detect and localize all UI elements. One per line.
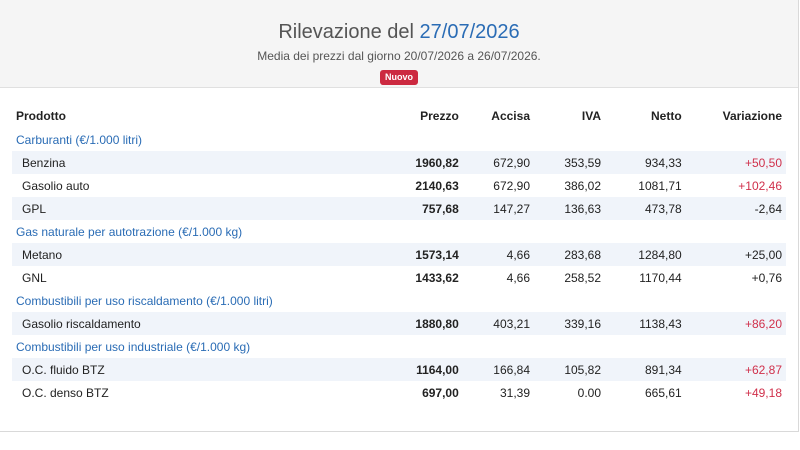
cell-netto: 473,78 bbox=[605, 197, 686, 220]
column-header-accisa: Accisa bbox=[491, 109, 530, 123]
cell-prezzo: 2140,63 bbox=[415, 178, 459, 193]
table-row: Gasolio auto 2140,63 672,90 386,02 1081,71 +1… bbox=[12, 174, 786, 197]
cell-prezzo: 697,00 bbox=[422, 385, 459, 400]
product-name: GNL bbox=[22, 270, 47, 285]
column-header-netto: Netto bbox=[651, 109, 682, 123]
cell-iva: 283,68 bbox=[534, 243, 606, 266]
product-name: Metano bbox=[12, 243, 298, 266]
column-header-prezzo: Prezzo bbox=[420, 109, 459, 123]
period-subtitle: Media dei prezzi dal giorno 20/07/2026 a… bbox=[257, 49, 541, 63]
cell-variazione: +62,87 bbox=[685, 358, 786, 381]
product-name: O.C. denso BTZ bbox=[22, 385, 109, 400]
cell-iva: 339,16 bbox=[534, 312, 606, 335]
cell-iva: 136,63 bbox=[534, 197, 606, 220]
category-row: Combustibili per uso riscaldamento (€/1.… bbox=[12, 289, 786, 312]
category-label: Gas naturale per autotrazione (€/1.000 k… bbox=[16, 224, 243, 239]
cell-accisa: 672,90 bbox=[462, 151, 534, 174]
cell-netto: 1081,71 bbox=[638, 178, 682, 193]
column-header-variazione: Variazione bbox=[722, 109, 782, 123]
cell-accisa: 166,84 bbox=[462, 358, 534, 381]
cell-prezzo: 1880,80 bbox=[297, 312, 463, 335]
product-name: Gasolio auto bbox=[22, 178, 90, 193]
product-name: GPL bbox=[12, 197, 298, 220]
category-label: Combustibili per uso riscaldamento (€/1.… bbox=[16, 293, 273, 308]
cell-variazione: +86,20 bbox=[685, 312, 786, 335]
cell-accisa: 403,21 bbox=[462, 312, 534, 335]
price-survey-card: Rilevazione del 27/07/2026 Media dei pre… bbox=[0, 0, 799, 432]
category-label: Carburanti (€/1.000 litri) bbox=[16, 132, 143, 147]
category-row: Carburanti (€/1.000 litri) bbox=[12, 128, 786, 151]
cell-netto: 665,61 bbox=[644, 385, 682, 400]
table-row: Gasolio riscaldamento 1880,80 403,21 339,16… bbox=[12, 312, 786, 335]
cell-variazione: +50,50 bbox=[685, 151, 786, 174]
cell-prezzo: 1164,00 bbox=[297, 358, 463, 381]
table-body: Carburanti (€/1.000 litri) Benzina 1960,82… bbox=[12, 128, 786, 404]
category-row: Combustibili per uso industriale (€/1.00… bbox=[12, 335, 786, 358]
column-header-iva: IVA bbox=[581, 109, 602, 123]
column-header-prodotto: Prodotto bbox=[16, 109, 66, 123]
table-row: GPL 757,68 147,27 136,63 473,78 -2,64 bbox=[12, 197, 786, 220]
new-badge: Nuovo bbox=[380, 70, 418, 85]
table-row: Metano 1573,14 4,66 283,68 1284,80 +25,00 bbox=[12, 243, 786, 266]
cell-netto: 1138,43 bbox=[605, 312, 686, 335]
page-title: Rilevazione del 27/07/2026 bbox=[0, 20, 798, 44]
cell-netto: 891,34 bbox=[605, 358, 686, 381]
table-row: Benzina 1960,82 672,90 353,59 934,33 +50,50 bbox=[12, 151, 786, 174]
cell-iva: 258,52 bbox=[564, 270, 602, 285]
category-row: Gas naturale per autotrazione (€/1.000 k… bbox=[12, 220, 786, 243]
table-header-row: Prodotto Prezzo Accisa IVA Netto Variazi… bbox=[12, 104, 786, 128]
cell-prezzo: 1573,14 bbox=[297, 243, 463, 266]
cell-variazione: +49,18 bbox=[744, 385, 782, 400]
product-name: Benzina bbox=[12, 151, 298, 174]
cell-accisa: 147,27 bbox=[462, 197, 534, 220]
cell-accisa: 672,90 bbox=[493, 178, 530, 193]
cell-prezzo: 1433,62 bbox=[415, 270, 459, 285]
cell-variazione: +25,00 bbox=[685, 243, 786, 266]
table-row: GNL 1433,62 4,66 258,52 1170,44 +0,76 bbox=[12, 266, 786, 289]
cell-prezzo: 1960,82 bbox=[297, 151, 463, 174]
cell-iva: 105,82 bbox=[534, 358, 606, 381]
title-date: 27/07/2026 bbox=[419, 21, 520, 43]
cell-accisa: 31,39 bbox=[499, 385, 530, 400]
title-prefix: Rilevazione del bbox=[278, 21, 420, 43]
cell-iva: 0.00 bbox=[577, 385, 602, 400]
cell-variazione: +0,76 bbox=[751, 270, 782, 285]
cell-netto: 934,33 bbox=[605, 151, 686, 174]
table-row: O.C. fluido BTZ 1164,00 166,84 105,82 891,34… bbox=[12, 358, 786, 381]
product-name: Gasolio riscaldamento bbox=[12, 312, 298, 335]
cell-variazione: -2,64 bbox=[685, 197, 786, 220]
cell-iva: 386,02 bbox=[564, 178, 602, 193]
cell-variazione: +102,46 bbox=[738, 178, 782, 193]
survey-header: Rilevazione del 27/07/2026 Media dei pre… bbox=[0, 0, 798, 88]
cell-netto: 1170,44 bbox=[639, 270, 682, 285]
cell-accisa: 4,66 bbox=[462, 243, 534, 266]
cell-prezzo: 757,68 bbox=[297, 197, 463, 220]
prices-table: Prodotto Prezzo Accisa IVA Netto Variazi… bbox=[12, 104, 786, 404]
category-label: Combustibili per uso industriale (€/1.00… bbox=[16, 339, 251, 354]
cell-accisa: 4,66 bbox=[506, 270, 530, 285]
product-name: O.C. fluido BTZ bbox=[12, 358, 298, 381]
cell-iva: 353,59 bbox=[534, 151, 606, 174]
cell-netto: 1284,80 bbox=[605, 243, 686, 266]
table-row: O.C. denso BTZ 697,00 31,39 0.00 665,61 +49,1… bbox=[12, 381, 786, 404]
